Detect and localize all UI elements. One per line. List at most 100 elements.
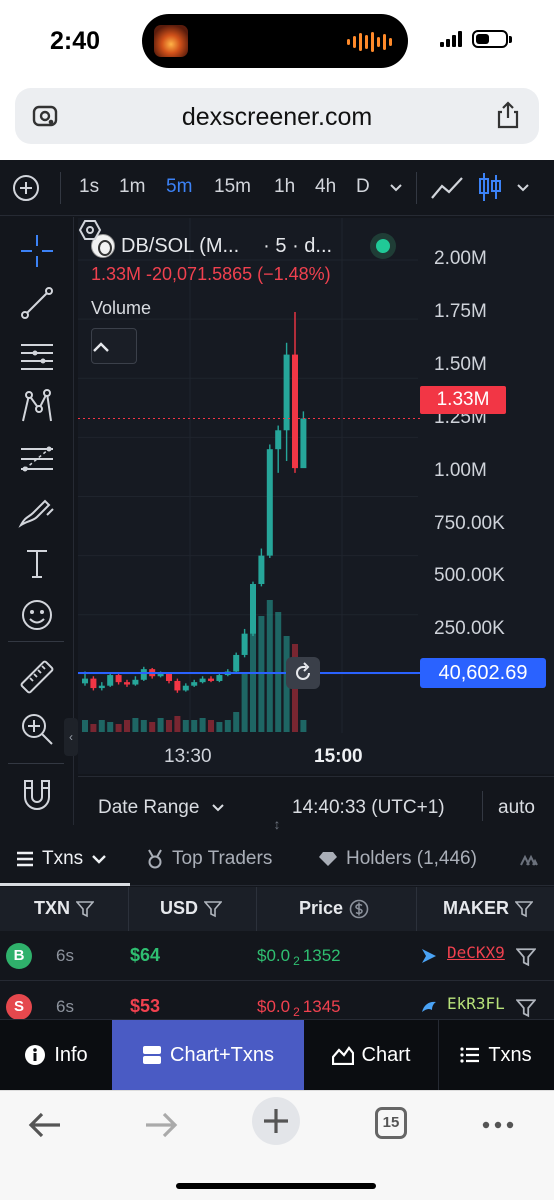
raydium-icon [422, 949, 436, 963]
table-row[interactable]: S 6s $53 $0.0 2 1345 EkR3FL [0, 982, 554, 1020]
nav-chart-txns-label: Chart+Txns [170, 1043, 274, 1066]
share-icon[interactable] [495, 100, 521, 130]
measure-tool[interactable] [17, 657, 57, 697]
timeframe-1s[interactable]: 1s [79, 176, 99, 198]
trend-line-tool[interactable] [17, 283, 57, 323]
volume-bar [191, 720, 198, 732]
emoji-tool[interactable] [17, 595, 57, 635]
pair-name: DB/SOL (M... [121, 234, 240, 257]
tab-switcher-button[interactable]: 15 [375, 1107, 407, 1139]
filter-icon[interactable] [516, 947, 536, 967]
candle-body [199, 678, 206, 683]
maker-address[interactable]: DeCKX9 [447, 943, 505, 962]
price-chart[interactable]: DB/SOL (M... · 5 · d... 1.33M -20,071.58… [78, 218, 554, 774]
candle-body [300, 418, 307, 469]
chart-settings-icon[interactable] [78, 218, 102, 242]
currency-toggle-icon[interactable] [349, 899, 369, 919]
th-price[interactable]: Price [299, 898, 369, 919]
date-range-label: Date Range [98, 797, 200, 818]
th-maker-label: MAKER [443, 898, 509, 918]
candle-body [157, 673, 164, 677]
area-chart-icon [331, 1046, 354, 1065]
nav-chart[interactable]: Chart [304, 1020, 438, 1090]
bubblemaps-icon[interactable] [520, 854, 538, 866]
nav-txns[interactable]: Txns [438, 1020, 554, 1090]
url-text[interactable]: dexscreener.com [15, 103, 539, 132]
filter-icon[interactable] [204, 900, 223, 918]
timeframe-1h[interactable]: 1h [274, 176, 295, 198]
new-tab-button[interactable] [252, 1097, 300, 1145]
crosshair-tool[interactable] [17, 231, 57, 271]
timeframe-chevron-down-icon[interactable] [388, 179, 404, 195]
chart-type-chevron-down-icon[interactable] [515, 179, 531, 195]
collapse-tools-button[interactable]: ‹ [64, 718, 78, 756]
price-axis-label: 1.50M [434, 354, 487, 375]
add-symbol-icon[interactable] [12, 174, 40, 202]
buy-badge: B [6, 943, 32, 969]
chart-legend-title: DB/SOL (M... · 5 · d... [91, 234, 332, 258]
tab-txns[interactable]: Txns [16, 848, 107, 870]
candle-body [107, 675, 114, 686]
nav-chart-label: Chart [361, 1043, 411, 1066]
th-usd[interactable]: USD [160, 898, 223, 919]
filter-icon[interactable] [515, 900, 533, 918]
price-digits: 1352 [302, 946, 341, 965]
th-maker[interactable]: MAKER [443, 898, 533, 919]
legend-collapse-button[interactable] [91, 328, 137, 364]
maker-address[interactable]: EkR3FL [447, 994, 505, 1013]
th-usd-label: USD [160, 898, 199, 918]
candle-body [82, 678, 88, 684]
volume-bar [140, 720, 147, 732]
timeframe-4h[interactable]: 4h [315, 176, 336, 198]
reset-chart-button[interactable] [286, 657, 320, 689]
filter-icon[interactable] [76, 900, 94, 918]
more-options-icon[interactable] [474, 1103, 522, 1147]
price-digits: 1345 [302, 997, 341, 1016]
timeframe-5m[interactable]: 5m [166, 176, 192, 198]
th-txn-label: TXN [34, 898, 70, 918]
price-axis-label: 1.00M [434, 460, 487, 481]
line-chart-icon[interactable] [430, 174, 464, 202]
tab-holders[interactable]: Holders (1,446) [318, 848, 477, 870]
nav-chart-txns[interactable]: Chart+Txns [112, 1020, 304, 1090]
table-row[interactable]: B 6s $64 $0.0 2 1352 DeCKX9 [0, 931, 554, 981]
zoom-in-tool[interactable] [17, 709, 57, 749]
fib-retracement-tool[interactable] [17, 439, 57, 479]
back-arrow-icon[interactable] [22, 1103, 70, 1147]
magnet-tool[interactable] [17, 775, 57, 815]
volume-bar [90, 724, 97, 732]
volume-bar [115, 724, 122, 732]
text-tool[interactable] [17, 543, 57, 583]
text-icon [27, 550, 47, 578]
trend-line-icon [21, 287, 53, 319]
pattern-tool[interactable] [17, 387, 57, 427]
dolphin-icon [422, 1001, 436, 1012]
price-prefix: $0.0 [257, 997, 291, 1016]
brush-tool[interactable] [17, 491, 57, 531]
chart-clock[interactable]: 14:40:33 (UTC+1) [292, 797, 445, 819]
timeframe-1m[interactable]: 1m [119, 176, 145, 198]
tab-top-traders[interactable]: Top Traders [146, 848, 272, 870]
dynamic-island[interactable] [142, 14, 408, 68]
pattern-icon [22, 389, 52, 422]
txn-age: 6s [56, 946, 74, 965]
candle-body [241, 633, 248, 655]
battery-icon [472, 30, 512, 48]
auto-scale-toggle[interactable]: auto [498, 797, 535, 819]
th-txn[interactable]: TXN [34, 898, 94, 919]
candlestick-chart-icon[interactable] [478, 171, 502, 203]
timeframe-d[interactable]: D [356, 176, 370, 198]
forward-arrow-icon[interactable] [136, 1103, 184, 1147]
volume-bar [233, 712, 240, 732]
candle-body [233, 654, 240, 672]
volume-bar [224, 720, 231, 732]
timeframe-15m[interactable]: 15m [214, 176, 251, 198]
market-status-icon [370, 233, 396, 259]
horizontal-lines-tool[interactable] [17, 335, 57, 375]
date-range-button[interactable]: Date Range [98, 797, 225, 819]
nav-info[interactable]: Info [0, 1020, 112, 1090]
price-zero-count: 2 [293, 954, 300, 969]
filter-icon[interactable] [516, 998, 536, 1018]
url-bar[interactable]: dexscreener.com [15, 88, 539, 144]
volume-bar [216, 722, 223, 732]
